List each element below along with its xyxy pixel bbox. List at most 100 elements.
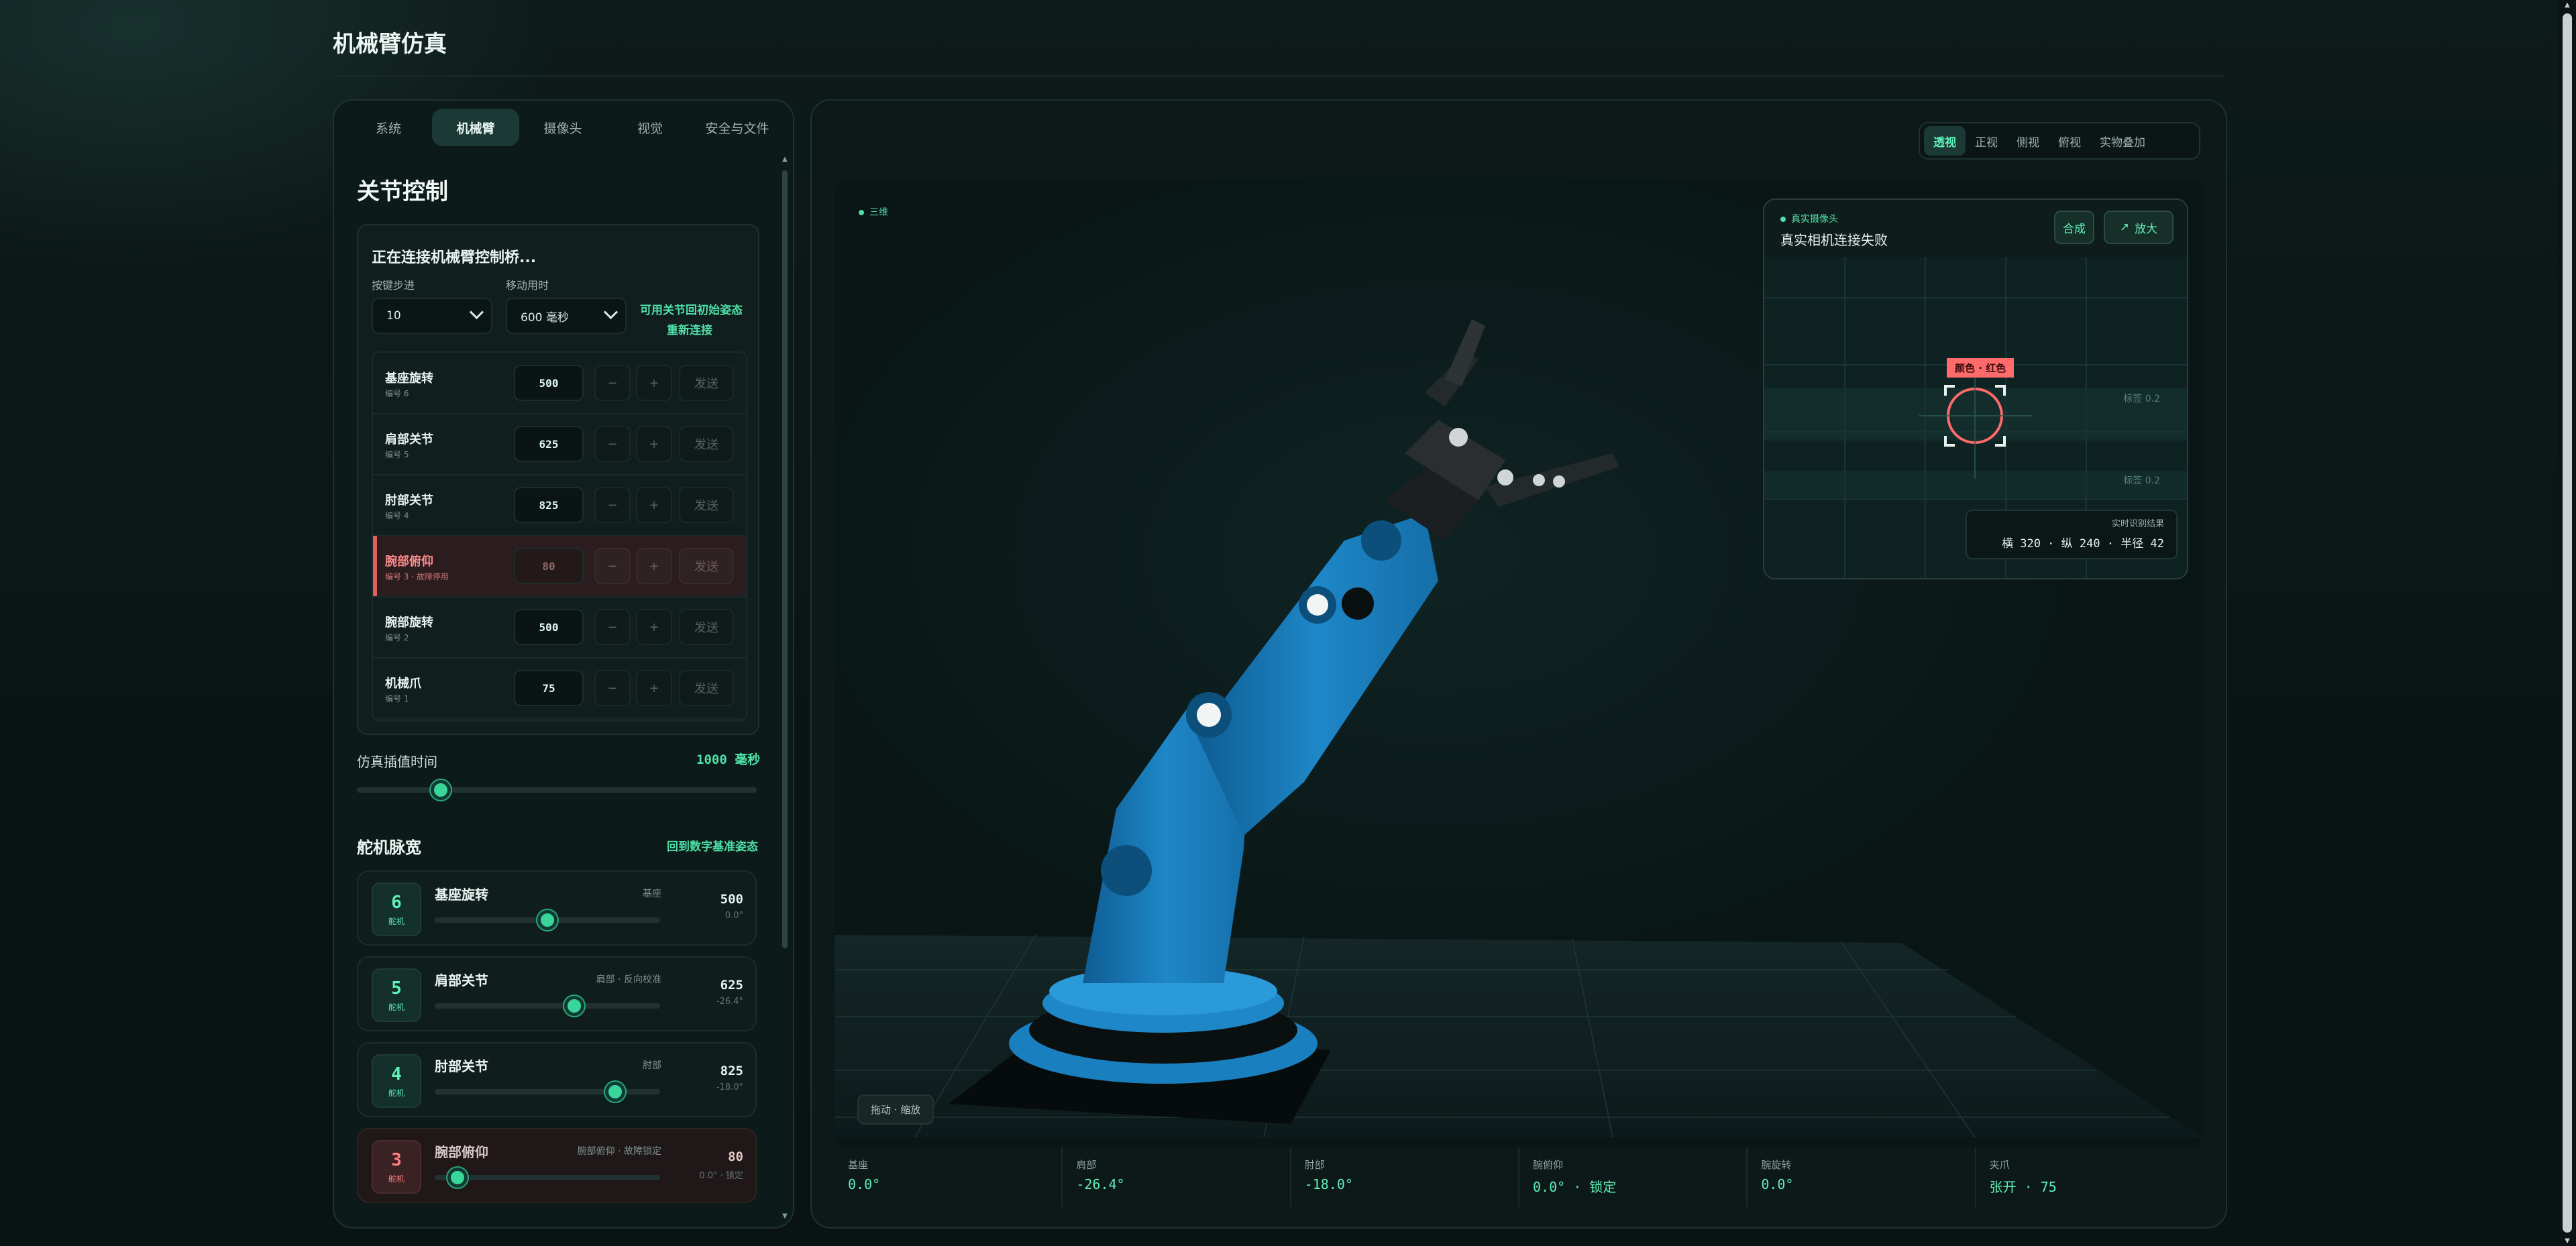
view-tab-front[interactable]: 正视 [1966,126,2007,156]
view-tab-top[interactable]: 俯视 [2049,126,2090,156]
interpolation-label: 仿真插值时间 [357,754,437,770]
tab-camera[interactable]: 摄像头 [519,109,606,146]
decrement-button[interactable]: − [594,670,631,706]
scroll-thumb[interactable] [782,170,788,948]
pose-label: 标签 0.2 [2123,475,2160,486]
increment-button[interactable]: + [636,426,672,462]
3d-viewport[interactable]: 三维 拖动 · 缩放 真实摄像头 真实相机连接失败 合成 ↗ 放大 颜色 · 红… [835,178,2203,1148]
slider-knob[interactable] [604,1082,625,1102]
detection-readout: 实时识别结果 横 320 · 纵 240 · 半径 42 [1966,510,2178,559]
detected-color-tag: 颜色 · 红色 [1947,358,2015,378]
decrement-button[interactable]: − [594,365,631,401]
tab-vision[interactable]: 视觉 [606,109,694,146]
joint-id: 编号 6 [385,389,409,398]
joint-value-input[interactable]: 625 [514,426,584,462]
tab-system[interactable]: 系统 [345,109,432,146]
joint-id: 编号 2 [385,633,409,642]
joint-name: 腕部俯仰 [385,555,433,569]
servo-badge: 3 舵机 [372,1140,421,1194]
status-cell: 腕旋转 0.0° [1748,1147,1976,1207]
servo-slider[interactable] [435,996,660,1016]
increment-button[interactable]: + [636,548,672,584]
slider-knob[interactable] [447,1168,468,1188]
duration-select[interactable]: 600 毫秒 [506,298,627,334]
initial-pose-link[interactable]: 可用关节回初始姿态 [640,300,743,317]
increment-button[interactable]: + [636,609,672,645]
servo-unit: 舵机 [388,916,405,926]
tab-robot-arm[interactable]: 机械臂 [432,109,519,146]
send-button[interactable]: 发送 [679,365,734,401]
joint-control-title: 关节控制 [357,178,448,205]
interpolation-slider[interactable] [357,780,757,800]
joint-row: 基座旋转编号 6 500− + 发送 [373,353,746,414]
connection-status: 正在连接机械臂控制桥... [372,249,537,266]
servo-id: 4 [391,1064,402,1084]
simulation-panel: 透视 正视 侧视 俯视 实物叠加 三维 拖动 · 缩放 真实摄像头 真实相机连接… [810,99,2227,1229]
view-tab-perspective[interactable]: 透视 [1924,126,1966,156]
joint-status-bar: 基座 0.0° 肩部 -26.4° 肘部 -18.0° 腕俯仰 0.0° · 锁定 腕旋转 0.0… [835,1147,2203,1207]
scroll-up-icon[interactable]: ▲ [781,156,789,165]
step-select[interactable]: 10 [372,298,492,334]
decrement-button[interactable]: − [594,487,631,523]
send-button[interactable]: 发送 [679,609,734,645]
servo-name: 肘部关节 [435,1058,488,1074]
expand-arrow-icon: ↗ [2119,221,2130,234]
slider-knob[interactable] [537,910,557,930]
joint-name: 肘部关节 [385,494,433,508]
app-title: 机械臂仿真 [333,31,447,58]
scroll-up-icon[interactable]: ▲ [2563,1,2572,9]
increment-button[interactable]: + [636,487,672,523]
status-label: 夹爪 [1989,1159,2010,1171]
slider-knob[interactable] [431,780,451,800]
page-scroll-thumb[interactable] [2563,13,2572,1233]
send-button[interactable]: 发送 [679,548,734,584]
joint-value-input[interactable]: 75 [514,670,584,706]
joint-value-input[interactable]: 825 [514,487,584,523]
joint-row: 腕部旋转 编号 2 500− + 发送 [373,597,746,659]
control-panel: 系统 机械臂 摄像头 视觉 安全与文件 ▲ ▼ 关节控制 正在连接机械臂控制桥.… [333,99,794,1229]
view-tab-overlay[interactable]: 实物叠加 [2090,126,2155,156]
camera-tag: 真实摄像头 [1780,212,1838,225]
status-value: -18.0° [1304,1176,1353,1192]
merge-button[interactable]: 合成 [2054,211,2094,244]
scroll-down-icon[interactable]: ▼ [2563,1237,2572,1245]
view-tab-side[interactable]: 侧视 [2007,126,2049,156]
servo-slider[interactable] [435,910,660,930]
joint-value-input[interactable]: 500 [514,365,584,401]
decrement-button[interactable]: − [594,548,631,584]
servo-slider[interactable] [435,1082,660,1102]
joint-control-box: 正在连接机械臂控制桥... 按键步进 移动用时 10 600 毫秒 可用关节回初… [357,224,759,735]
increment-button[interactable]: + [636,670,672,706]
decrement-button[interactable]: − [594,426,631,462]
joint-name: 基座旋转 [385,372,433,386]
status-label: 腕俯仰 [1532,1159,1563,1171]
reconnect-link[interactable]: 重新连接 [667,321,712,337]
status-value: 0.0° · 锁定 [1532,1179,1617,1195]
send-button[interactable]: 发送 [679,487,734,523]
servo-card: 4 舵机 肘部关节 肘部 825 -18.0° [357,1042,757,1117]
reset-baseline-link[interactable]: 回到数字基准姿态 [667,837,758,854]
scroll-down-icon[interactable]: ▼ [781,1212,789,1222]
panel-scrollbar[interactable]: ▲ ▼ [781,156,789,1222]
servo-badge: 5 舵机 [372,968,421,1022]
slider-knob[interactable] [564,996,585,1016]
camera-feed: 颜色 · 红色 标签 0.2 标签 0.2 5 实时识别结果 横 320 · 纵… [1764,258,2187,578]
joint-row: 机械爪 编号 1 75− + 发送 [373,658,746,720]
tab-safety-files[interactable]: 安全与文件 [694,109,781,146]
send-button[interactable]: 发送 [679,670,734,706]
page-scrollbar[interactable]: ▲ ▼ [2559,0,2576,1246]
servo-slider[interactable] [435,1168,660,1188]
zoom-button[interactable]: ↗ 放大 [2104,211,2174,244]
servo-title: 舵机脉宽 [357,838,421,857]
servo-badge: 4 舵机 [372,1054,421,1108]
joint-name: 机械爪 [385,677,421,691]
increment-button[interactable]: + [636,365,672,401]
status-label: 肩部 [1076,1159,1097,1171]
servo-angle: 0.0° [724,911,743,921]
servo-name: 肩部关节 [435,972,488,988]
status-value: 0.0° [1761,1176,1794,1192]
decrement-button[interactable]: − [594,609,631,645]
joint-value-input[interactable]: 80 [514,548,584,584]
joint-value-input[interactable]: 500 [514,609,584,645]
send-button[interactable]: 发送 [679,426,734,462]
